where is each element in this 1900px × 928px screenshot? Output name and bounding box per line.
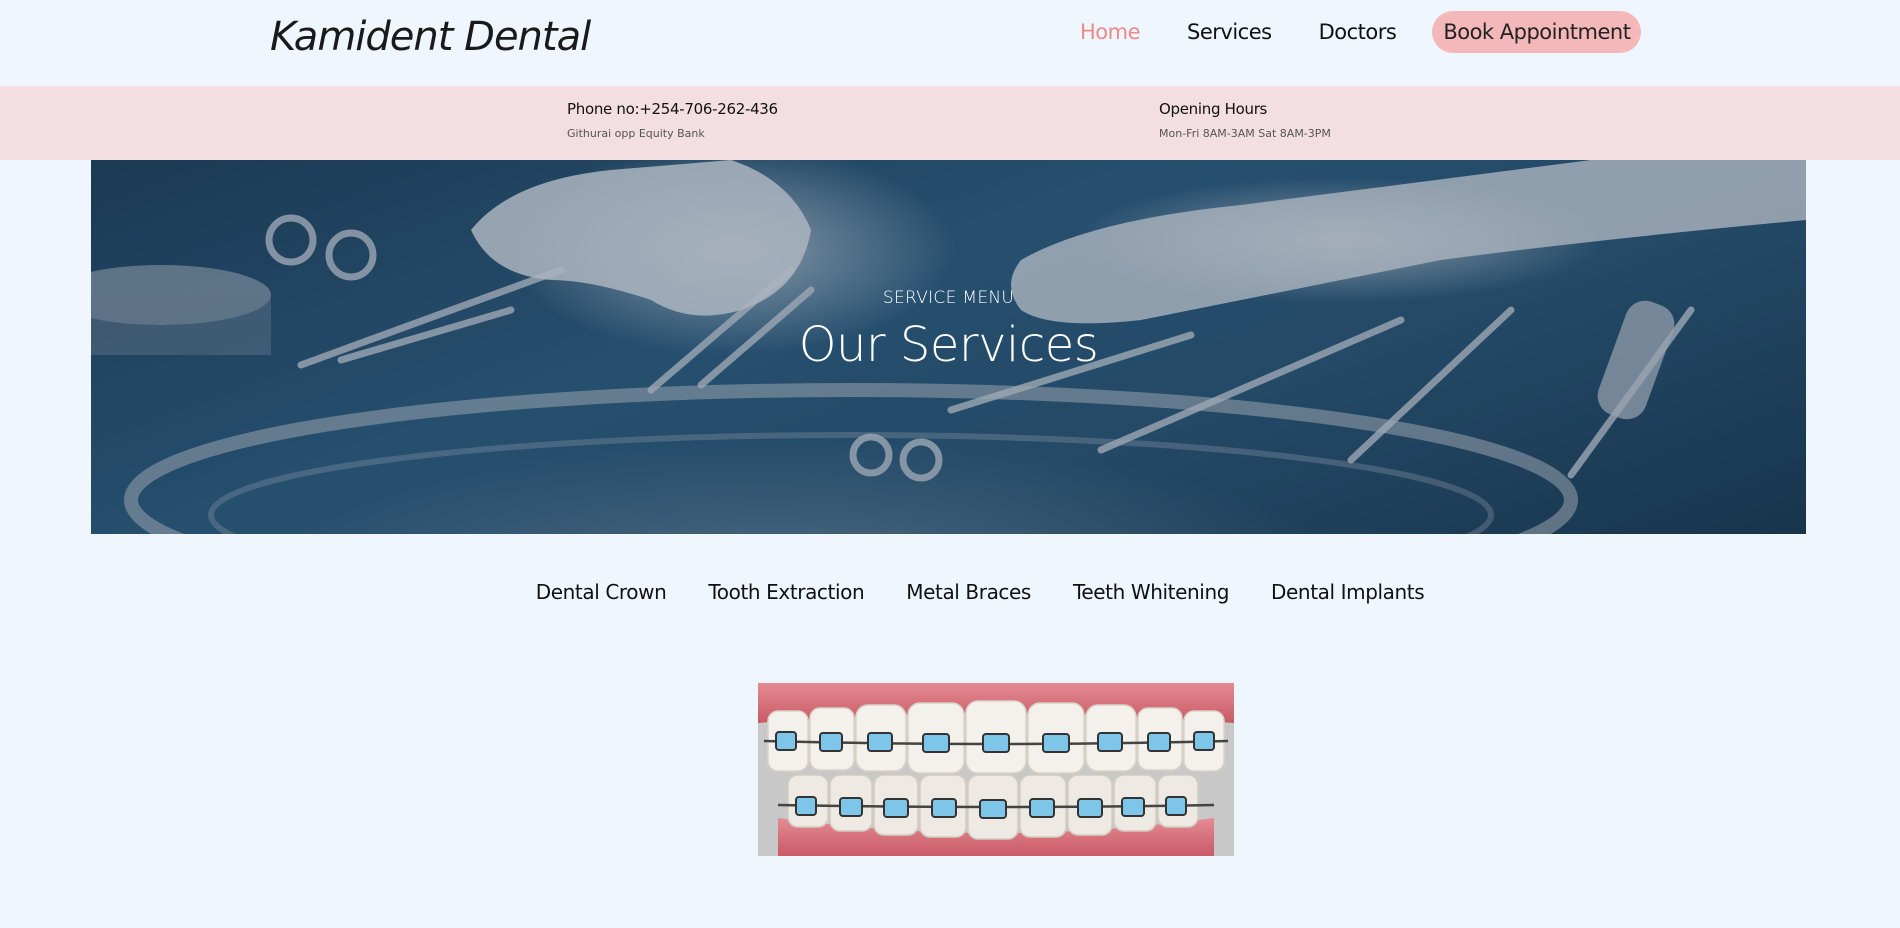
contact-info: Phone no:+254-706-262-436 Githurai opp E… <box>567 100 778 140</box>
opening-hours-info: Opening Hours Mon-Fri 8AM-3AM Sat 8AM-3P… <box>1159 100 1331 140</box>
hero-title: Our Services <box>798 317 1099 373</box>
metal-braces-image <box>758 683 1234 856</box>
contact-info-bar: Phone no:+254-706-262-436 Githurai opp E… <box>0 86 1900 160</box>
opening-hours-title: Opening Hours <box>1159 100 1268 118</box>
address: Githurai opp Equity Bank <box>567 127 705 140</box>
site-logo[interactable]: Kamident Dental <box>270 14 591 60</box>
tab-tooth-extraction[interactable]: Tooth Extraction <box>708 580 864 604</box>
nav-home-link[interactable]: Home <box>1080 20 1141 44</box>
tab-dental-implants[interactable]: Dental Implants <box>1271 580 1425 604</box>
hero-kicker: SERVICE MENU <box>882 288 1015 308</box>
tab-metal-braces[interactable]: Metal Braces <box>906 580 1031 604</box>
book-appointment-button[interactable]: Book Appointment <box>1432 11 1642 53</box>
tab-teeth-whitening[interactable]: Teeth Whitening <box>1073 580 1229 604</box>
tab-dental-crown[interactable]: Dental Crown <box>536 580 667 604</box>
service-tabs: Dental Crown Tooth Extraction Metal Brac… <box>0 580 1900 604</box>
braces-illustration <box>758 683 1234 856</box>
phone-number: Phone no:+254-706-262-436 <box>567 100 778 118</box>
site-header: Kamident Dental Home Services Doctors Bo… <box>0 0 1900 86</box>
main-nav: Home Services Doctors Book Appointment <box>1080 10 1642 54</box>
nav-services-link[interactable]: Services <box>1187 20 1272 44</box>
opening-hours-detail: Mon-Fri 8AM-3AM Sat 8AM-3PM <box>1159 127 1331 140</box>
nav-doctors-link[interactable]: Doctors <box>1319 20 1397 44</box>
hero-banner: SERVICE MENU Our Services <box>91 160 1806 534</box>
